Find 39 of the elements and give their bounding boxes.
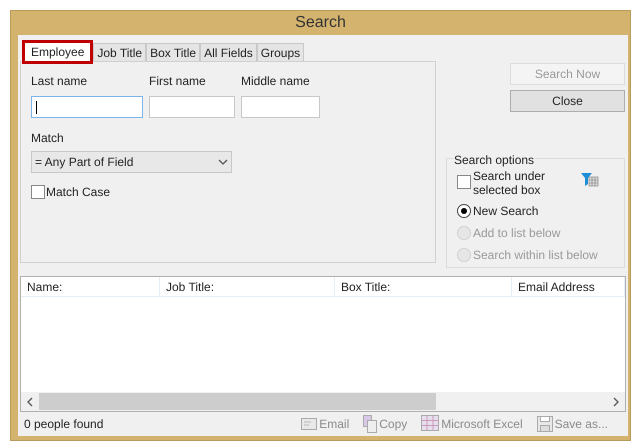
radio-label: New Search [473,203,538,220]
envelope-icon [301,418,318,430]
field-label: Match [31,130,65,147]
window-title: Search [295,13,346,33]
status-text: 0 people found [24,416,104,433]
chevron-left-icon[interactable] [27,396,33,406]
checkbox-label: Search under selected box [473,169,546,197]
radio-button[interactable] [457,204,471,218]
tab[interactable]: Box Title [146,43,200,61]
text-field[interactable] [149,96,235,118]
scrollbar-thumb[interactable] [39,393,436,410]
field-label: Middle name [241,73,311,90]
checkbox[interactable] [31,185,45,199]
radio-label: Search within list below [473,247,598,264]
radio-label: Add to list below [473,225,560,242]
save-icon [536,416,553,432]
dialog-button[interactable]: Close [510,90,625,112]
field-label: First name [149,73,207,90]
match-dropdown[interactable]: = Any Part of Field [31,151,232,173]
copy-icon [363,415,378,433]
chevron-down-icon [218,159,228,165]
tab[interactable]: Groups [256,43,304,61]
chevron-right-icon[interactable] [613,396,619,406]
text-field[interactable] [241,96,320,118]
tab[interactable]: All Fields [200,43,257,61]
column-header[interactable]: Email Address [512,277,625,296]
tab[interactable]: Employee [22,40,94,64]
column-header[interactable]: Job Title: [160,277,335,296]
checkbox[interactable] [457,175,471,189]
column-header[interactable]: Box Title: [335,277,512,296]
field-label: Last name [31,73,88,90]
tab[interactable]: Job Title [93,43,146,61]
filter-table-icon [581,173,599,187]
checkbox-label: Match Case [46,184,110,201]
spreadsheet-icon [421,415,440,433]
column-header[interactable]: Name: [21,277,160,296]
text-cursor [36,100,37,114]
horizontal-scrollbar[interactable] [21,392,625,411]
text-field[interactable] [31,96,143,118]
